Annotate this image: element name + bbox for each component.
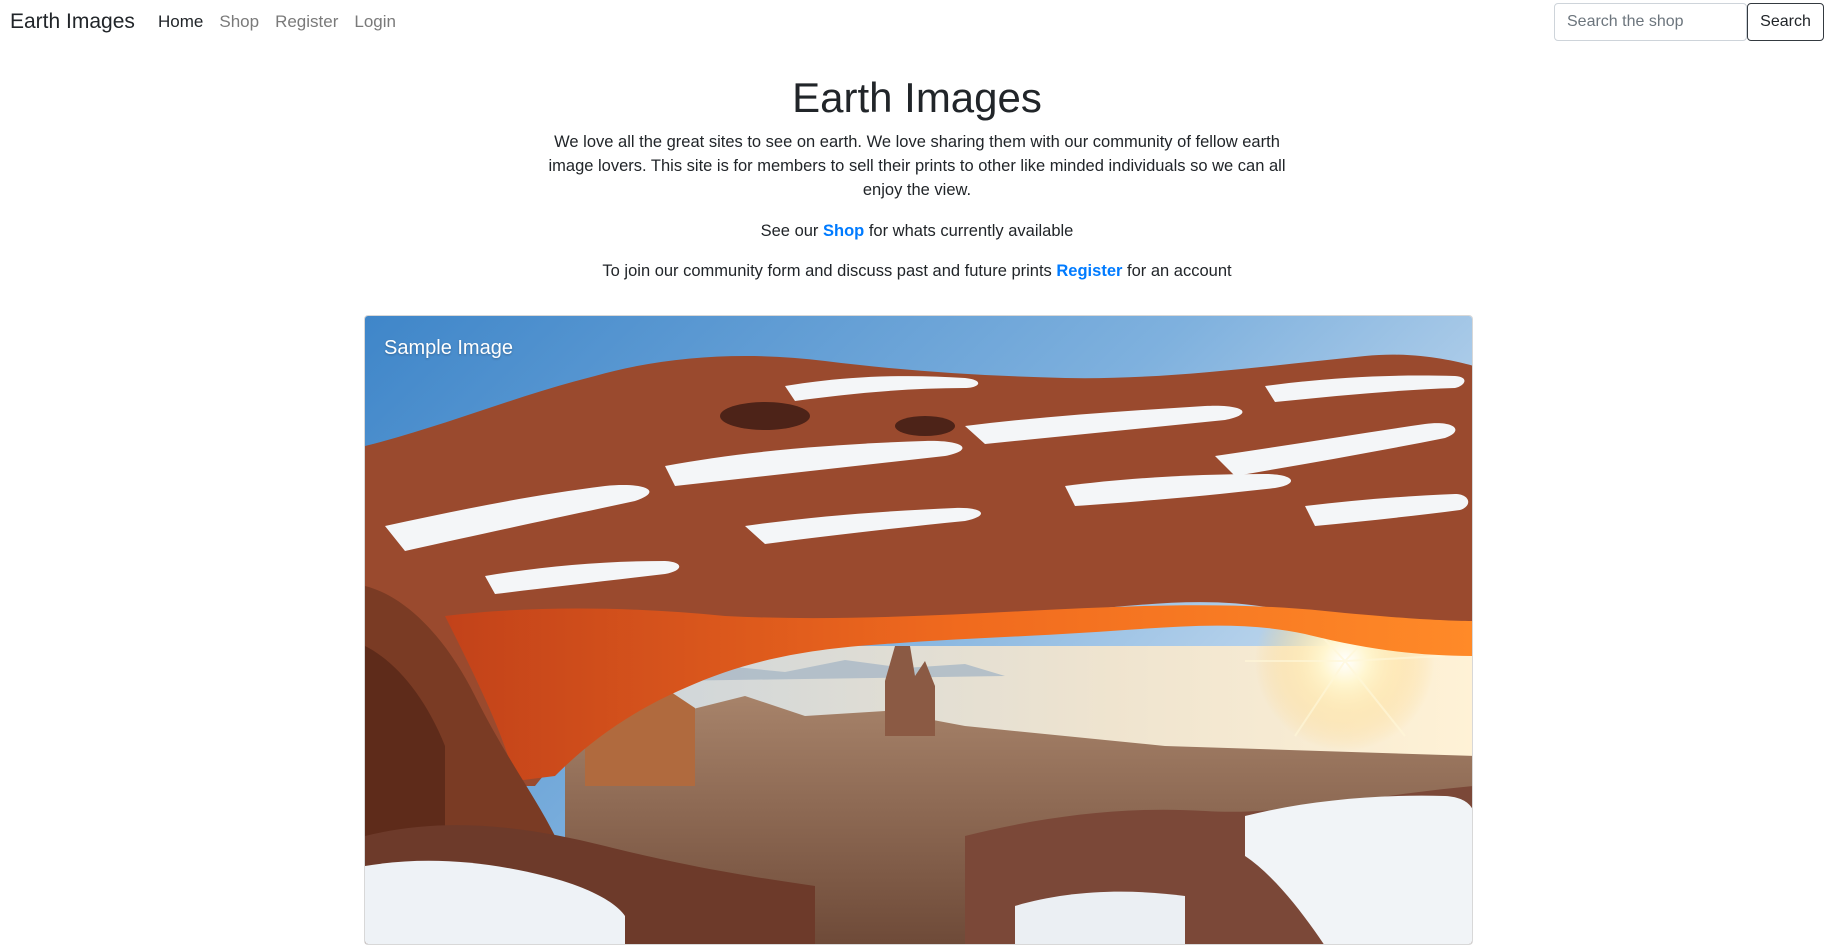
card-caption: Sample Image [384, 337, 513, 359]
hero-description: We love all the great sites to see on ea… [548, 133, 1286, 199]
nav-link-login[interactable]: Login [346, 10, 404, 34]
search-button[interactable]: Search [1747, 3, 1824, 41]
register-inline-link[interactable]: Register [1056, 262, 1122, 280]
register-line-before: To join our community form and discuss p… [602, 262, 1057, 280]
shop-line: See our Shop for whats currently availab… [0, 219, 1830, 243]
search-input[interactable] [1554, 3, 1747, 41]
register-line: To join our community form and discuss p… [0, 259, 1830, 283]
shop-inline-link[interactable]: Shop [823, 222, 864, 240]
register-line-after: for an account [1122, 262, 1232, 280]
nav-links: Home Shop Register Login [150, 10, 404, 34]
shop-line-before: See our [760, 222, 823, 240]
sample-image-card: Sample Image [364, 315, 1473, 945]
sunrise-arch-photo-icon [365, 316, 1472, 944]
nav-link-register[interactable]: Register [267, 10, 346, 34]
page-title: Earth Images [792, 74, 1042, 121]
brand-logo-link[interactable]: Earth Images [10, 8, 135, 36]
nav-link-shop[interactable]: Shop [211, 10, 267, 34]
shop-line-after: for whats currently available [864, 222, 1074, 240]
top-navbar: Earth Images Home Shop Register Login Se… [0, 0, 1830, 44]
nav-link-home[interactable]: Home [150, 10, 211, 34]
